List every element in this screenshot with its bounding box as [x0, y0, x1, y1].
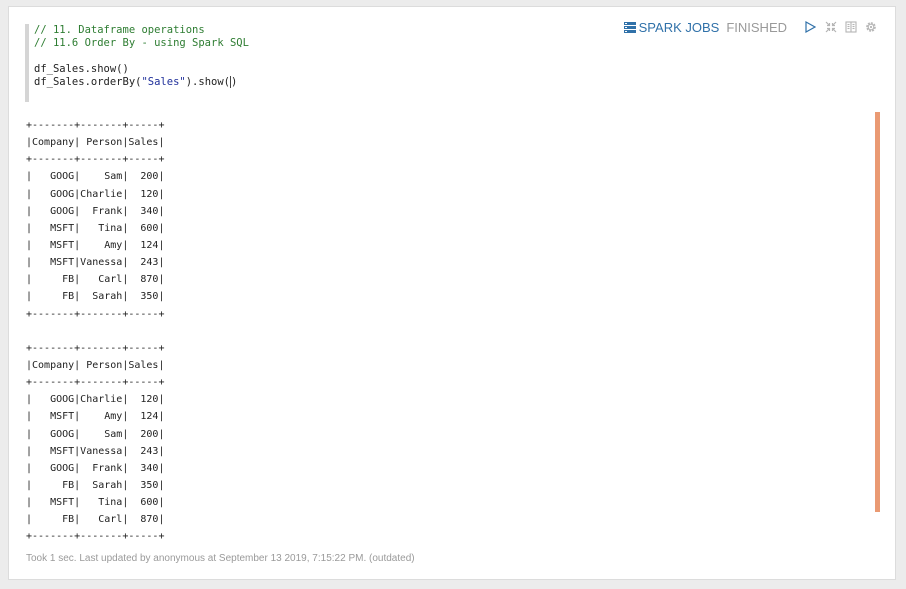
- output-line: | FB| Sarah| 350|: [26, 291, 165, 303]
- output-line: | MSFT| Amy| 124|: [26, 239, 165, 251]
- code-token: ).show(: [185, 76, 230, 88]
- output-line: | MSFT|Vanessa| 243|: [26, 257, 165, 269]
- output-line: | GOOG|Charlie| 120|: [26, 394, 165, 406]
- gear-icon[interactable]: [864, 21, 877, 34]
- text-cursor: ): [230, 76, 238, 88]
- output-line: +-------+-------+-----+: [26, 531, 165, 543]
- output-line: +-------+-------+-----+: [26, 120, 165, 131]
- output-line: +-------+-------+-----+: [26, 377, 165, 389]
- paragraph-toolbar: SPARK JOBS FINISHED: [623, 19, 877, 35]
- spark-jobs-label: SPARK JOBS: [638, 19, 720, 35]
- code-string: "Sales": [141, 76, 186, 88]
- output-line: | GOOG| Sam| 200|: [26, 171, 165, 183]
- output-line: | MSFT| Tina| 600|: [26, 497, 165, 509]
- hide-output-icon[interactable]: [824, 21, 837, 34]
- code-line: df_Sales.orderBy("Sales").show(): [34, 76, 585, 89]
- output-line: | FB| Sarah| 350|: [26, 479, 165, 491]
- notebook-paragraph: SPARK JOBS FINISHED // 11. Dataframe ope…: [8, 6, 896, 580]
- run-icon[interactable]: [804, 21, 817, 34]
- book-icon[interactable]: [844, 21, 857, 34]
- code-editor[interactable]: // 11. Dataframe operations // 11.6 Orde…: [25, 24, 585, 102]
- code-token: df_Sales.orderBy(: [34, 76, 142, 88]
- output-line: +-------+-------+-----+: [26, 154, 165, 166]
- paragraph-footer: Took 1 sec. Last updated by anonymous at…: [26, 553, 415, 564]
- output-line: | GOOG| Frank| 340|: [26, 205, 165, 217]
- code-line: // 11. Dataframe operations: [34, 24, 205, 36]
- output-line: +-------+-------+-----+: [26, 342, 165, 354]
- output-line: | MSFT| Amy| 124|: [26, 411, 165, 423]
- spark-jobs-icon: [623, 21, 636, 33]
- output-scrollbar[interactable]: [875, 112, 880, 512]
- code-line: // 11.6 Order By - using Spark SQL: [34, 37, 249, 49]
- output-line: |Company| Person|Sales|: [26, 137, 165, 149]
- output-line: | GOOG| Frank| 340|: [26, 462, 165, 474]
- paragraph-output: +-------+-------+-----+ |Company| Person|…: [26, 117, 164, 546]
- output-line: +-------+-------+-----+: [26, 308, 165, 320]
- output-line: | MSFT|Vanessa| 243|: [26, 445, 165, 457]
- spark-jobs-link[interactable]: SPARK JOBS: [623, 19, 720, 35]
- paragraph-status: FINISHED: [726, 19, 787, 35]
- output-line: | FB| Carl| 870|: [26, 514, 165, 526]
- output-line: |Company| Person|Sales|: [26, 359, 165, 371]
- output-line: | GOOG|Charlie| 120|: [26, 188, 165, 200]
- output-line: | GOOG| Sam| 200|: [26, 428, 165, 440]
- output-line: | MSFT| Tina| 600|: [26, 222, 165, 234]
- code-line: df_Sales.show(): [34, 63, 129, 75]
- output-line: | FB| Carl| 870|: [26, 274, 165, 286]
